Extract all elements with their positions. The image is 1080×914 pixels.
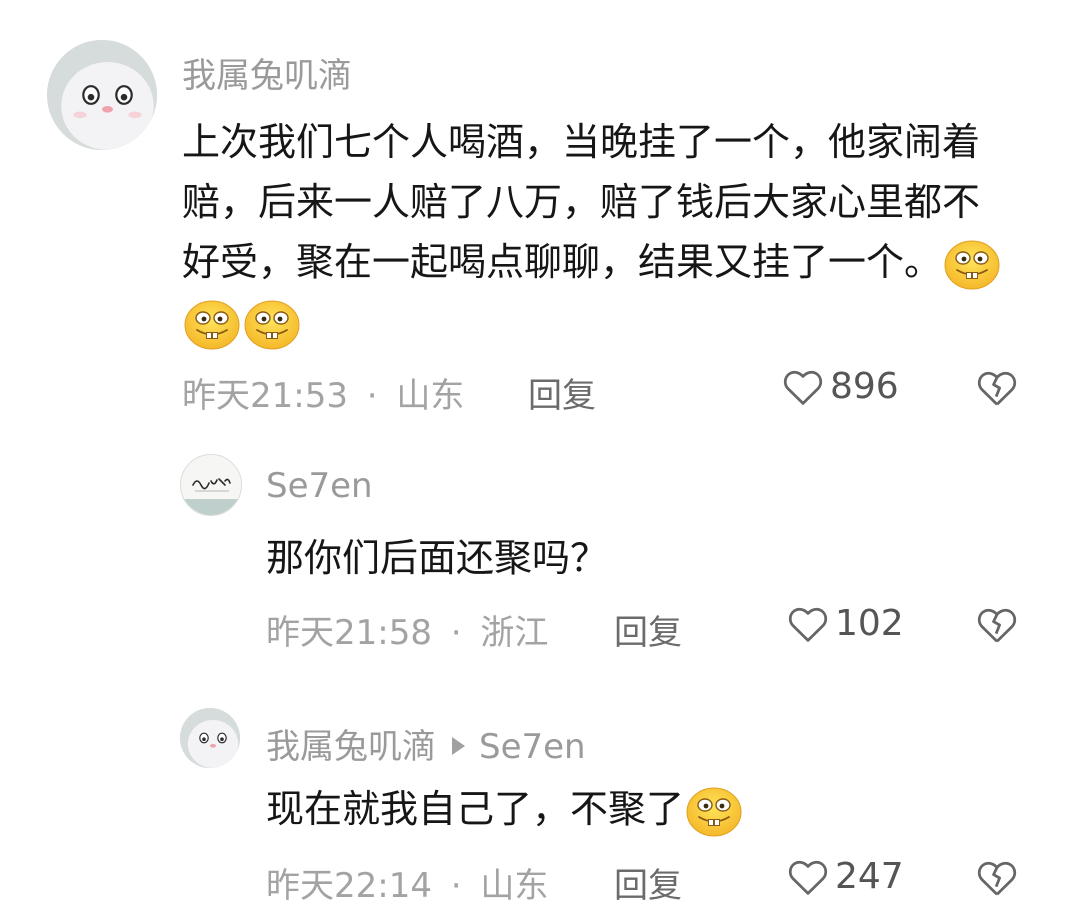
grinning-face-emoji xyxy=(184,300,240,349)
username[interactable]: 我属兔叽滴 xyxy=(182,48,352,97)
like-button[interactable]: 102 xyxy=(787,603,904,644)
grinning-face-emoji xyxy=(244,300,300,349)
like-button[interactable]: 896 xyxy=(782,366,899,407)
heart-outline-icon xyxy=(783,370,823,405)
like-count: 896 xyxy=(830,366,899,407)
dislike-button[interactable] xyxy=(976,859,1018,901)
comment-meta: 昨天22:14 · 山东 xyxy=(266,858,548,907)
like-count: 247 xyxy=(835,856,904,897)
username[interactable]: Se7en xyxy=(266,466,373,506)
reply-arrow-icon xyxy=(452,736,465,755)
username[interactable]: 我属兔叽滴 xyxy=(266,727,436,767)
comment-meta: 昨天21:58 · 浙江 xyxy=(266,605,548,654)
comment-time: 昨天21:58 xyxy=(266,613,432,653)
comment-location: 山东 xyxy=(480,866,549,906)
comment-text: 上次我们七个人喝酒，当晚挂了一个，他家闹着赔，后来一人赔了八万，赔了钱后大家心里… xyxy=(182,112,1002,352)
reply-button[interactable]: 回复 xyxy=(528,368,596,417)
emoji-group xyxy=(684,787,744,836)
comment-location: 浙江 xyxy=(480,613,549,653)
reply-to-username[interactable]: Se7en xyxy=(479,727,586,767)
broken-heart-icon xyxy=(977,608,1017,643)
comment-text: 那你们后面还聚吗？ xyxy=(266,528,1006,588)
avatar[interactable] xyxy=(47,40,157,150)
dislike-button[interactable] xyxy=(976,369,1018,411)
reply-button[interactable]: 回复 xyxy=(614,858,682,907)
comment-time: 昨天22:14 xyxy=(266,866,432,906)
rabbit-avatar-icon xyxy=(180,708,240,768)
rabbit-avatar-icon xyxy=(47,40,157,150)
reply-button[interactable]: 回复 xyxy=(614,605,682,654)
meta-separator: · xyxy=(450,613,462,653)
like-count: 102 xyxy=(835,603,904,644)
comment-text-body: 上次我们七个人喝酒，当晚挂了一个，他家闹着赔，后来一人赔了八万，赔了钱后大家心里… xyxy=(182,120,981,284)
comment-meta: 昨天21:53 · 山东 xyxy=(182,368,464,417)
avatar[interactable] xyxy=(180,454,242,516)
dislike-button[interactable] xyxy=(976,606,1018,648)
like-button[interactable]: 247 xyxy=(787,856,904,897)
meta-separator: · xyxy=(450,866,462,906)
avatar[interactable] xyxy=(180,708,240,768)
broken-heart-icon xyxy=(977,861,1017,896)
comment-text: 现在就我自己了，不聚了 xyxy=(266,779,1006,839)
grinning-face-emoji xyxy=(944,240,1000,289)
comment-time: 昨天21:53 xyxy=(182,376,348,416)
calligraphy-avatar-icon xyxy=(181,455,241,515)
broken-heart-icon xyxy=(977,371,1017,406)
heart-outline-icon xyxy=(788,860,828,895)
heart-outline-icon xyxy=(788,607,828,642)
meta-separator: · xyxy=(366,376,378,416)
comment-location: 山东 xyxy=(396,376,465,416)
comment-text-body: 现在就我自己了，不聚了 xyxy=(266,787,685,831)
grinning-face-emoji xyxy=(686,787,742,836)
comment-text-body: 那你们后面还聚吗？ xyxy=(266,536,609,580)
reply-header: 我属兔叽滴 Se7en xyxy=(266,719,586,768)
